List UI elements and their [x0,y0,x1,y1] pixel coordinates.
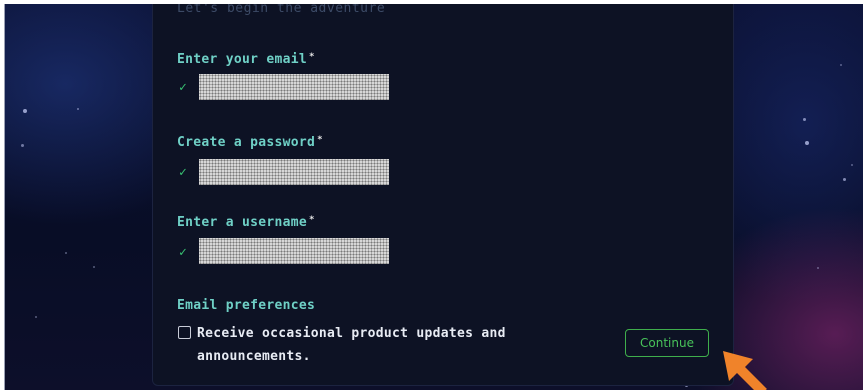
email-valid-checkmark-icon: ✓ [179,80,187,95]
email-preferences-label: Email preferences [177,298,316,313]
background-star [840,64,842,66]
username-field[interactable] [199,238,389,264]
form-subtitle: Let's begin the adventure [177,4,386,16]
email-label-text: Enter your email [177,52,308,67]
password-valid-checkmark-icon: ✓ [179,165,187,180]
background-star [805,141,809,145]
background-star [23,109,27,113]
background-star [65,252,67,254]
background-star [817,267,819,269]
arrow-pointer-icon [723,351,767,390]
password-label-text: Create a password [177,135,316,150]
signup-panel: Let's begin the adventure Enter your ema… [152,4,734,386]
required-marker: * [309,215,315,225]
product-updates-checkbox-label[interactable]: Receive occasional product updates and a… [197,322,577,368]
background-star [843,178,846,181]
required-marker: * [317,135,323,145]
username-valid-checkmark-icon: ✓ [179,245,187,260]
background-star [35,316,37,318]
password-label: Create a password * [177,135,323,150]
background-star [21,144,24,147]
continue-button[interactable]: Continue [625,329,709,357]
email-field[interactable] [199,74,389,100]
background-star [77,108,79,110]
password-field[interactable] [199,159,389,185]
email-label: Enter your email * [177,52,315,67]
username-label: Enter a username * [177,215,315,230]
background-star [93,266,95,268]
background-star [803,118,806,121]
required-marker: * [309,52,315,62]
browser-viewport: Let's begin the adventure Enter your ema… [4,4,863,390]
background-star [851,164,853,166]
username-label-text: Enter a username [177,215,308,230]
product-updates-checkbox[interactable] [178,326,191,339]
